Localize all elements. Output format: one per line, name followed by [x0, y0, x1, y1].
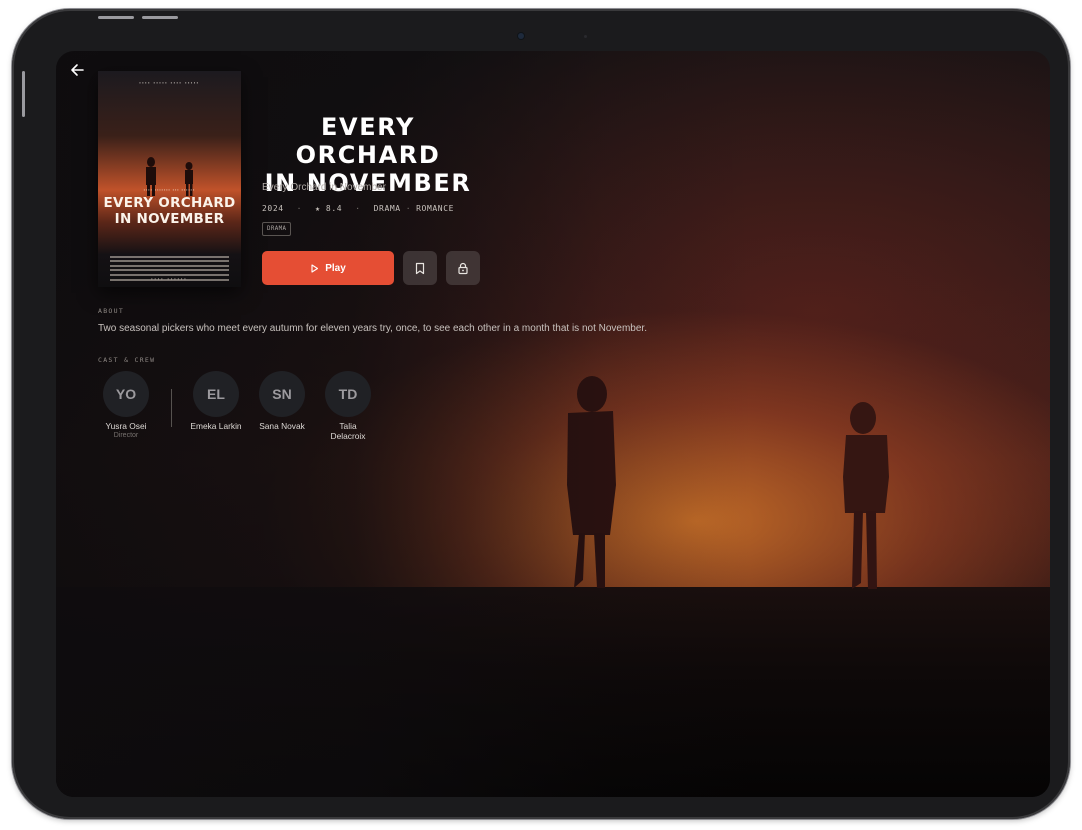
tablet-device: ▪▪▪▪ ▪▪▪▪▪ ▪▪▪▪ ▪▪▪▪▪ ▪▪▪▪ ▪▪▪▪▪▪▪ ▪▪▪ ▪…: [12, 9, 1070, 819]
movie-rating: ★ 8.4: [315, 204, 343, 213]
avatar: SN: [259, 371, 305, 417]
movie-year: 2024: [262, 204, 284, 213]
separator-dot: ·: [296, 204, 303, 213]
cast-member[interactable]: TD Talia Delacroix: [318, 371, 378, 441]
cast-name: Sana Novak: [259, 421, 305, 431]
cast-heading: CAST & CREW: [98, 356, 156, 364]
movie-meta: 2024 · ★ 8.4 · DRAMA · ROMANCE: [262, 204, 454, 213]
play-button-label: Play: [325, 262, 346, 274]
movie-poster: ▪▪▪▪ ▪▪▪▪▪ ▪▪▪▪ ▪▪▪▪▪ ▪▪▪▪ ▪▪▪▪▪▪▪ ▪▪▪ ▪…: [98, 71, 241, 287]
poster-top-credits: ▪▪▪▪ ▪▪▪▪▪ ▪▪▪▪ ▪▪▪▪▪: [139, 80, 200, 85]
bookmark-button[interactable]: [403, 251, 437, 285]
poster-tagline: ▪▪▪▪ ▪▪▪▪▪▪▪ ▪▪▪ ▪▪▪▪▪▪: [143, 188, 196, 192]
lock-button[interactable]: [446, 251, 480, 285]
poster-title-line: IN NOVEMBER: [114, 211, 225, 227]
poster-title: EVERY ORCHARD IN NOVEMBER: [98, 195, 241, 227]
cast-divider: [171, 389, 172, 427]
volume-button: [98, 16, 134, 19]
about-heading: ABOUT: [98, 307, 125, 315]
cast-member[interactable]: EL Emeka Larkin: [186, 371, 246, 431]
bookmark-icon: [415, 262, 425, 274]
separator-dot: ·: [355, 204, 361, 213]
arrow-left-icon: [71, 64, 84, 76]
movie-genre: ROMANCE: [416, 204, 455, 213]
avatar: TD: [325, 371, 371, 417]
play-button[interactable]: Play: [262, 251, 394, 285]
camera-sensor: [584, 35, 587, 38]
cast-role: Director: [113, 432, 139, 439]
back-button[interactable]: [66, 59, 88, 81]
poster-studio-line: ▪▪▪▪ ▪▪▪▪▪▪: [151, 277, 188, 281]
cast-member[interactable]: YO Yusra Osei Director: [96, 371, 156, 440]
avatar: YO: [103, 371, 149, 417]
poster-title-line: EVERY ORCHARD: [103, 195, 236, 211]
movie-subtitle: Every Orchard in November: [262, 182, 386, 193]
about-text: Two seasonal pickers who meet every autu…: [98, 323, 647, 334]
genre-tag: DRAMA: [262, 222, 292, 236]
cast-name: Talia Delacroix: [330, 421, 366, 441]
movie-detail-screen: ▪▪▪▪ ▪▪▪▪▪ ▪▪▪▪ ▪▪▪▪▪ ▪▪▪▪ ▪▪▪▪▪▪▪ ▪▪▪ ▪…: [56, 51, 1050, 797]
cast-member[interactable]: SN Sana Novak: [252, 371, 312, 431]
lock-icon: [458, 262, 468, 274]
play-icon: [311, 263, 319, 273]
separator-dot: ·: [405, 204, 412, 213]
volume-button: [142, 16, 178, 19]
power-button: [22, 71, 25, 117]
front-camera: [518, 33, 524, 39]
movie-genre: DRAMA: [373, 204, 401, 213]
movie-title-line: EVERY ORCHARD: [295, 113, 441, 169]
avatar: EL: [193, 371, 239, 417]
cast-name: Emeka Larkin: [190, 421, 242, 431]
cast-name: Yusra Osei: [105, 421, 147, 431]
